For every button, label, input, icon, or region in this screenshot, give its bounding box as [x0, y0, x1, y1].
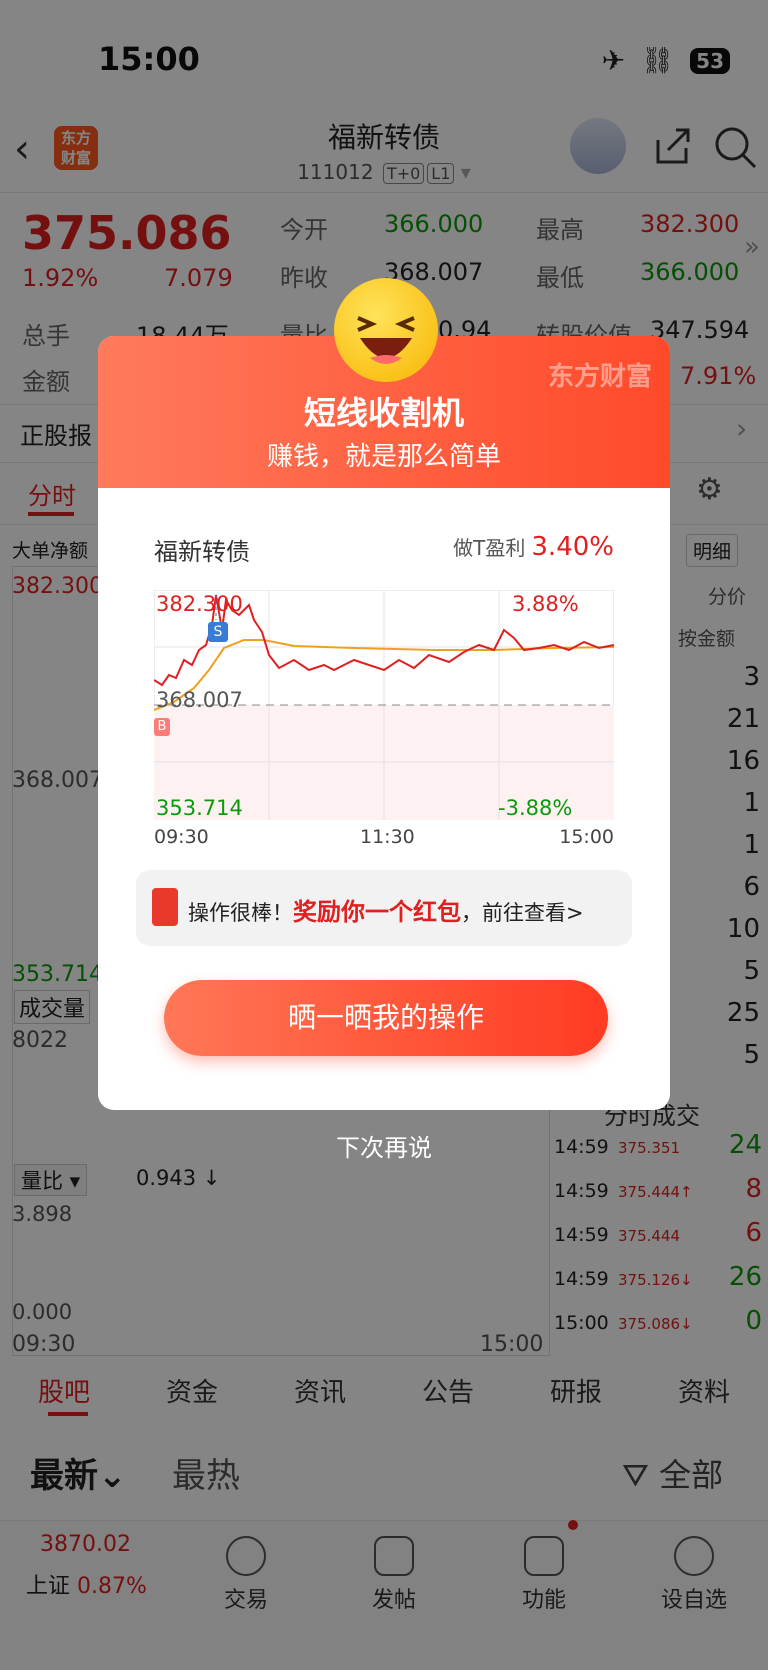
mini-low-pct: -3.88%: [498, 796, 573, 820]
dismiss-link[interactable]: 下次再说: [0, 1128, 768, 1163]
share-operation-button[interactable]: 晒一晒我的操作: [164, 980, 608, 1056]
modal-title: 短线收割机: [303, 394, 464, 432]
reward-banner[interactable]: 操作很棒！奖励你一个红包，前往查看>: [136, 870, 632, 946]
modal-subtitle: 赚钱，就是那么简单: [266, 442, 501, 472]
modal-stock-name: 福新转债: [154, 538, 250, 566]
profit-summary: 做T盈利 3.40%: [453, 532, 614, 562]
mini-high-pct: 3.88%: [512, 592, 579, 616]
reward-modal: 东方财富 短线收割机 赚钱，就是那么简单 福新转债 做T盈利 3.40% 382.…: [98, 336, 670, 1110]
red-envelope-icon: [152, 888, 178, 926]
mini-high: 382.300: [156, 592, 243, 616]
reward-text: 操作很棒！奖励你一个红包，前往查看>: [188, 898, 584, 926]
buy-marker: B: [154, 718, 170, 736]
profit-value: 3.40%: [531, 532, 614, 562]
laughing-emoji-icon: [334, 278, 438, 382]
mini-low: 353.714: [156, 796, 243, 820]
sell-marker: S: [208, 622, 228, 642]
mini-mid: 368.007: [156, 688, 243, 712]
